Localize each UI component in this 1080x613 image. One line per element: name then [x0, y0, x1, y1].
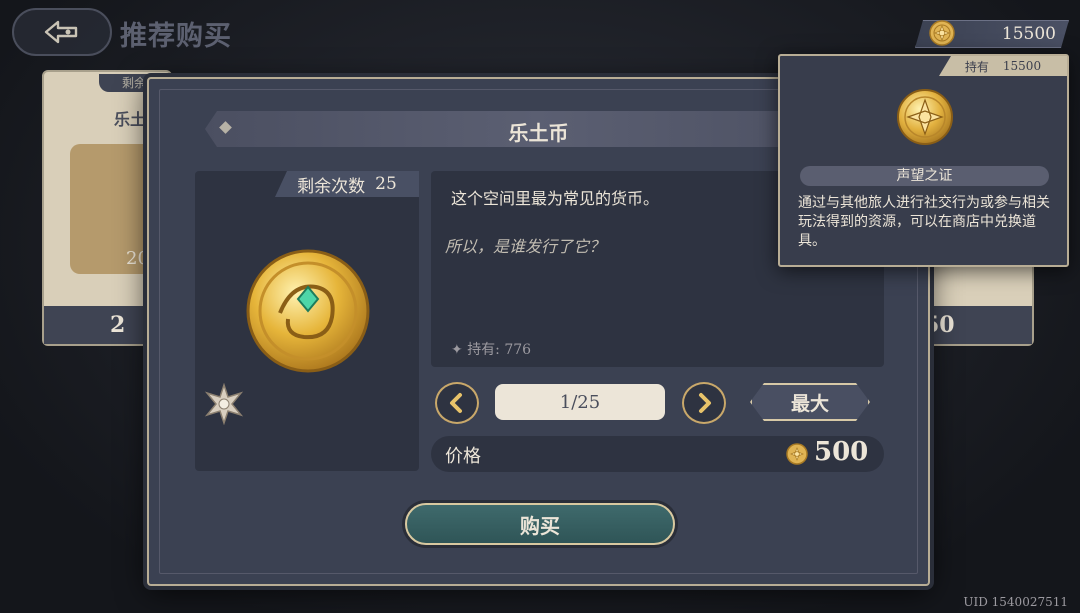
remaining-value: 25 [375, 174, 397, 194]
item-description: 这个空间里最为常见的货币。 [451, 189, 660, 208]
item-flavor-text: 所以，是谁发行了它？ [445, 237, 606, 256]
card-name: 乐土 [114, 110, 147, 129]
card-price: 2 [110, 312, 126, 338]
star-emblem-icon [204, 383, 244, 425]
tooltip-held-value: 15500 [1002, 59, 1042, 73]
decrease-quantity-button[interactable] [435, 382, 479, 424]
sparkle-icon: ✦ [451, 342, 468, 358]
remaining-label: 剩余次数 [297, 176, 366, 197]
reputation-coin-icon [786, 443, 808, 465]
tooltip-item-name: 声望之证 [800, 166, 1049, 186]
quantity-field[interactable] [495, 384, 665, 420]
user-id: UID 1540027511 [963, 595, 1068, 609]
remaining-count-tag: 剩余次数 25 [275, 171, 419, 197]
item-preview-panel: 剩余次数 25 [195, 171, 419, 471]
currency-tooltip: 持有 15500 声望之证 通过与其他旅人进行社交行为或参与相关玩法得到的资源，… [778, 54, 1069, 267]
back-arrow-icon [44, 20, 78, 44]
price-row: 价格 500 [431, 436, 884, 472]
increase-quantity-button[interactable] [682, 382, 726, 424]
paradise-coin-icon [246, 249, 370, 373]
held-count: ✦ 持有: 776 [451, 339, 531, 359]
page-title: 推荐购买 [120, 21, 232, 52]
tooltip-held-label: 持有 [964, 59, 989, 74]
currency-display[interactable]: 15500 [915, 20, 1069, 48]
card-count: 20 [126, 248, 149, 269]
chevron-left-icon [450, 393, 462, 413]
buy-button[interactable]: 购买 [405, 503, 675, 545]
tooltip-held-tag: 持有 15500 [939, 56, 1067, 76]
price-label: 价格 [445, 446, 481, 467]
chevron-right-icon [699, 393, 711, 413]
reputation-coin-icon [897, 89, 953, 145]
max-quantity-button[interactable]: 最大 [750, 383, 870, 421]
back-button[interactable] [12, 8, 112, 56]
currency-value: 15500 [1001, 24, 1056, 44]
held-count-text: 持有: 776 [467, 342, 532, 358]
tooltip-description: 通过与其他旅人进行社交行为或参与相关玩法得到的资源，可以在商店中兑换道具。 [798, 195, 1050, 249]
price-value: 500 [814, 437, 869, 467]
reputation-coin-icon [928, 19, 956, 47]
